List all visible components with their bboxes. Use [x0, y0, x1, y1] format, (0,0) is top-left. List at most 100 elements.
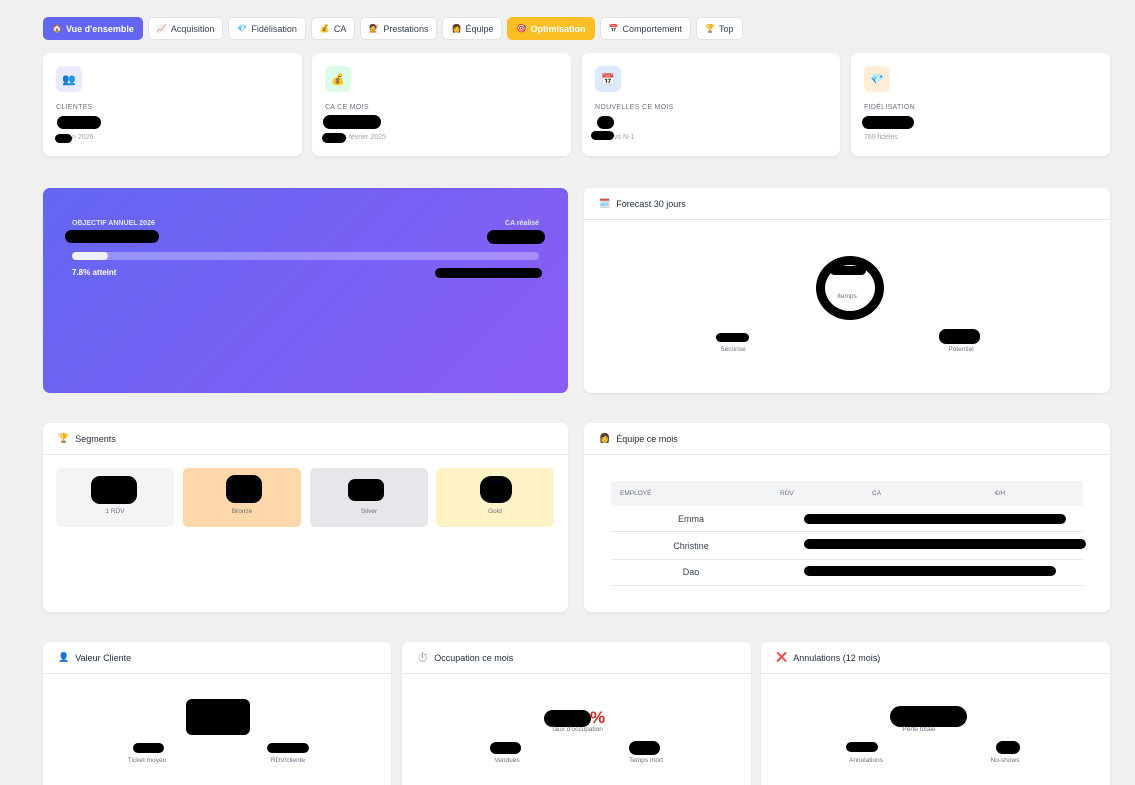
- no-shows-label: No-shows: [990, 757, 1020, 764]
- segments-card: 🏆 Segments 1 RDV Bronze Silver Gold: [43, 423, 568, 612]
- redacted-value: [830, 266, 866, 275]
- kpi-card-loyalty: 💎 FIDÉLISATION 760 fidèles: [851, 53, 1110, 156]
- redacted-value: [55, 134, 72, 143]
- redacted-value: [804, 539, 1086, 549]
- calendar-icon: 📅: [608, 23, 619, 33]
- occupation-card: ⏱️ Occupation ce mois % Taux d'occupation…: [402, 642, 751, 785]
- tab-revenue[interactable]: 💰 CA: [310, 17, 356, 40]
- forecast-card: 🗓️ Forecast 30 jours Itemps Sécurisé Pote…: [584, 188, 1110, 393]
- segment-gold: Gold: [436, 468, 554, 527]
- card-header: 👤 Valeur Cliente: [43, 642, 391, 674]
- woman-icon: 👩: [451, 23, 462, 33]
- percent-sign: %: [590, 708, 606, 727]
- redacted-value: [65, 230, 159, 243]
- kpi-label: NOUVELLES CE MOIS: [595, 104, 674, 111]
- tab-loyalty[interactable]: 💎 Fidélisation: [228, 17, 306, 40]
- redacted-value: [597, 116, 614, 129]
- person-icon: 👤: [58, 652, 70, 662]
- segment-label: Bronze: [231, 508, 253, 515]
- client-value-card: 👤 Valeur Cliente Ticket moyen RDV/cliente: [43, 642, 391, 785]
- money-bag-icon: 💰: [319, 23, 330, 33]
- redacted-value: [435, 268, 542, 278]
- card-title: Valeur Cliente: [75, 652, 132, 663]
- diamond-icon: 💎: [864, 66, 890, 92]
- cross-icon: ❌: [776, 652, 788, 662]
- redacted-value: [322, 133, 346, 143]
- redacted-value: [348, 479, 384, 501]
- calendar-icon: 📅: [595, 66, 621, 92]
- kpi-label: FIDÉLISATION: [864, 104, 915, 111]
- tab-bar: 🏠 Vue d'ensemble 📈 Acquisition 💎 Fidélisati…: [43, 17, 743, 40]
- tab-label: Optimisation: [530, 23, 586, 34]
- tab-label: Prestations: [383, 23, 429, 34]
- card-title: Forecast 30 jours: [616, 198, 686, 209]
- redacted-value: [544, 710, 591, 727]
- cancellations-card: ❌ Annulations (12 mois) Perte totale Annu…: [761, 642, 1110, 785]
- row-divider: [611, 585, 1083, 586]
- employee-name: Dao: [682, 567, 700, 577]
- segment-bronze: Bronze: [183, 468, 301, 527]
- redacted-value: [480, 476, 512, 503]
- employee-name: Emma: [677, 514, 704, 524]
- people-icon: 👥: [56, 66, 82, 92]
- card-title: Segments: [75, 433, 116, 444]
- tab-label: Top: [719, 23, 734, 34]
- redacted-value: [226, 475, 262, 503]
- segment-label: 1 RDV: [105, 508, 125, 515]
- money-bag-icon: 💰: [325, 66, 351, 92]
- card-title: Occupation ce mois: [434, 652, 514, 663]
- tab-team[interactable]: 👩 Équipe: [442, 17, 503, 40]
- tab-optimisation[interactable]: 🎯 Optimisation: [507, 17, 595, 40]
- redacted-value: [490, 742, 521, 754]
- tab-label: Fidélisation: [251, 23, 297, 34]
- tab-behaviour[interactable]: 📅 Comportement: [599, 17, 692, 40]
- card-title: Annulations (12 mois): [793, 652, 881, 663]
- redacted-value: [487, 230, 545, 244]
- row-divider: [611, 531, 1083, 532]
- segment-one-visit: 1 RDV: [56, 468, 174, 527]
- target-icon: 🎯: [516, 23, 527, 33]
- annual-objective-card: OBJECTIF ANNUEL 2026 CA réalisé 7.8% att…: [43, 188, 568, 393]
- redacted-value: [323, 115, 381, 129]
- card-header: ⏱️ Occupation ce mois: [402, 642, 751, 674]
- trophy-icon: 🏆: [705, 23, 715, 33]
- table-header: EMPLOYÉ RDV CA €/H: [611, 481, 1083, 506]
- segment-silver: Silver: [310, 468, 428, 527]
- segment-label: Silver: [360, 508, 378, 515]
- kpi-card-revenue: 💰 CA CE MOIS vs février 2025: [312, 53, 571, 156]
- redacted-value: [939, 329, 980, 344]
- stopwatch-icon: ⏱️: [417, 652, 429, 662]
- tab-services[interactable]: 💇 Prestations: [360, 17, 438, 40]
- diamond-icon: 💎: [237, 23, 248, 33]
- column-header: RDV: [780, 490, 794, 497]
- card-header: 🗓️ Forecast 30 jours: [584, 188, 1110, 220]
- card-title: Équipe ce mois: [616, 433, 678, 444]
- employee-name: Christine: [673, 541, 709, 551]
- objective-progress-fill: [72, 252, 109, 260]
- forecast-center-label: Itemps: [837, 293, 857, 300]
- trophy-icon: 🏆: [58, 433, 70, 443]
- kpi-card-new-clients: 📅 NOUVELLES CE MOIS vs N-1: [582, 53, 840, 156]
- woman-icon: 👩: [599, 433, 611, 443]
- card-header: 🏆 Segments: [43, 423, 568, 455]
- kpi-sub: vs N-1: [614, 134, 635, 141]
- idle-time-label: Temps mort: [629, 757, 663, 764]
- haircut-icon: 💇: [369, 23, 380, 33]
- tab-acquisition[interactable]: 📈 Acquisition: [147, 17, 224, 40]
- redacted-value: [133, 743, 164, 753]
- redacted-value: [91, 476, 137, 504]
- forecast-right-label: Potentiel: [948, 346, 974, 353]
- kpi-sub: n 2026: [72, 134, 94, 141]
- cancellations-label: Annulations: [849, 757, 883, 764]
- occupation-center-label: Taux d'occupation: [551, 726, 603, 733]
- column-header: €/H: [995, 490, 1006, 497]
- kpi-sub: 760 fidèles: [864, 134, 898, 141]
- kpi-label: CLIENTES: [56, 104, 93, 111]
- objective-progress-text: 7.8% atteint: [72, 268, 117, 277]
- tab-overview[interactable]: 🏠 Vue d'ensemble: [43, 17, 143, 40]
- redacted-value: [996, 741, 1020, 754]
- redacted-value: [267, 743, 309, 753]
- tab-top[interactable]: 🏆 Top: [696, 17, 743, 40]
- redacted-value: [716, 333, 749, 342]
- forecast-left-label: Sécurisé: [720, 346, 746, 353]
